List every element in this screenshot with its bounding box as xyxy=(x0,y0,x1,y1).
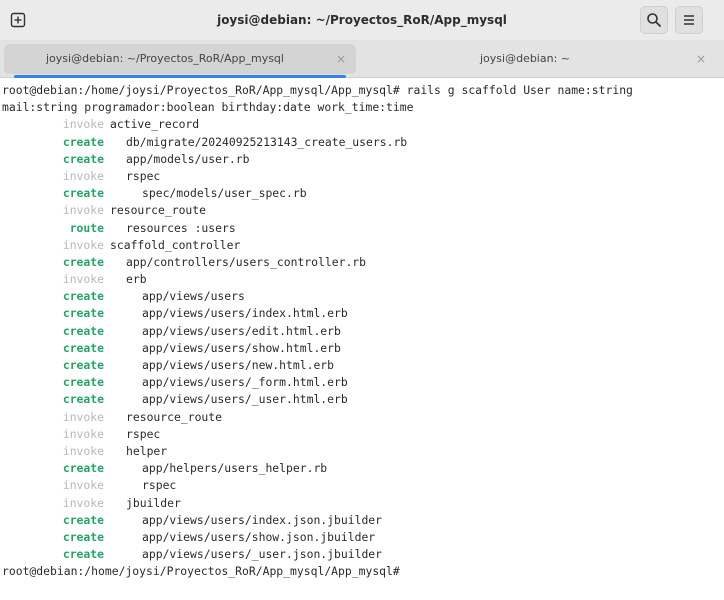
generator-action: create xyxy=(62,306,104,321)
generator-path: app/views/users/index.json.jbuilder xyxy=(142,512,383,527)
new-tab-icon xyxy=(10,12,26,28)
generator-output-line: create app/views/users/_user.json.jbuilde… xyxy=(2,546,724,563)
generator-output-line: route resources :users xyxy=(2,220,724,237)
close-icon: × xyxy=(695,52,707,66)
generator-action: create xyxy=(62,547,104,562)
generator-action: create xyxy=(62,461,104,476)
generator-path: scaffold_controller xyxy=(110,237,241,252)
generator-path: app/controllers/users_controller.rb xyxy=(126,254,367,269)
tab-close-button[interactable]: × xyxy=(334,52,348,66)
generator-action: create xyxy=(62,375,104,390)
generator-output-line: invoke jbuilder xyxy=(2,495,724,512)
generator-output-line: create spec/models/user_spec.rb xyxy=(2,185,724,202)
generator-output-line: create app/views/users/edit.html.erb xyxy=(2,323,724,340)
generator-path: app/views/users/show.html.erb xyxy=(142,340,341,355)
generator-action: create xyxy=(62,358,104,372)
generator-path: app/helpers/users_helper.rb xyxy=(142,461,328,476)
generator-output-line: invoke rspec xyxy=(2,477,724,494)
menu-button[interactable] xyxy=(675,6,703,34)
generator-output-line: create app/views/users/_user.html.erb xyxy=(2,391,724,408)
generator-output-line: invoke erb xyxy=(2,271,724,288)
generator-path: app/views/users xyxy=(142,289,245,304)
search-icon xyxy=(647,13,661,27)
generator-action: invoke xyxy=(62,237,104,252)
generator-action: create xyxy=(62,529,104,544)
generator-path: rspec xyxy=(126,426,161,441)
generator-action: create xyxy=(62,512,104,527)
new-tab-button[interactable] xyxy=(4,6,32,34)
generator-action: invoke xyxy=(62,426,104,441)
generator-action: invoke xyxy=(62,168,104,183)
generator-output-line: invoke resource_route xyxy=(2,202,724,219)
generator-path: resources :users xyxy=(126,220,236,235)
shell-prompt: root@debian:/home/joysi/Proyectos_RoR/Ap… xyxy=(2,564,400,579)
tab-close-button[interactable]: × xyxy=(694,52,708,66)
generator-path: helper xyxy=(126,443,168,458)
generator-path: active_record xyxy=(110,117,200,132)
tab-bar: joysi@debian: ~/Proyectos_RoR/App_mysql … xyxy=(0,40,724,78)
generator-output-line: invoke helper xyxy=(2,443,724,460)
generator-output-line: create app/views/users/_form.html.erb xyxy=(2,374,724,391)
generator-path: db/migrate/20240925213143_create_users.r… xyxy=(126,134,408,149)
generator-output-line: create app/helpers/users_helper.rb xyxy=(2,460,724,477)
generator-action: create xyxy=(62,134,104,149)
generator-path: rspec xyxy=(142,478,177,493)
generator-action: create xyxy=(62,392,104,407)
generator-path: app/views/users/new.html.erb xyxy=(142,358,335,372)
generator-output-line: create app/views/users/index.html.erb xyxy=(2,305,724,322)
window-title: joysi@debian: ~/Proyectos_RoR/App_mysql xyxy=(217,13,507,27)
generator-output-line: invoke rspec xyxy=(2,168,724,185)
generator-action: invoke xyxy=(62,443,104,458)
generator-action: invoke xyxy=(62,495,104,510)
generator-output-line: invoke scaffold_controller xyxy=(2,237,724,254)
generator-path: app/views/users/index.html.erb xyxy=(142,306,348,321)
generator-path: app/views/users/_user.json.jbuilder xyxy=(142,547,383,562)
generator-action: invoke xyxy=(62,478,104,493)
generator-path: app/views/users/show.json.jbuilder xyxy=(142,529,376,544)
generator-path: app/models/user.rb xyxy=(126,151,250,166)
generator-action: create xyxy=(62,254,104,269)
generator-output-line: create app/views/users/index.json.jbuilde… xyxy=(2,512,724,529)
generator-path: app/views/users/_form.html.erb xyxy=(142,375,348,390)
generator-output-line: create app/views/users/show.json.jbuilder xyxy=(2,529,724,546)
tab-label: joysi@debian: ~ xyxy=(479,52,570,65)
generator-action: invoke xyxy=(62,203,104,218)
hamburger-menu-icon xyxy=(684,15,694,25)
generator-action: create xyxy=(62,186,104,201)
generator-action: create xyxy=(62,289,104,304)
generator-action: invoke xyxy=(62,117,104,132)
generator-action: invoke xyxy=(62,272,104,287)
generator-path: erb xyxy=(126,272,147,287)
close-icon: × xyxy=(335,52,347,66)
generator-output-line: create app/models/user.rb xyxy=(2,151,724,168)
generator-path: resource_route xyxy=(126,409,223,424)
generator-output-line: create app/views/users xyxy=(2,288,724,305)
title-bar: joysi@debian: ~/Proyectos_RoR/App_mysql xyxy=(0,0,724,40)
terminal-output[interactable]: root@debian:/home/joysi/Proyectos_RoR/Ap… xyxy=(0,78,724,600)
generator-path: rspec xyxy=(126,168,161,183)
generator-output-line: create app/views/users/new.html.erb xyxy=(2,357,724,374)
generator-path: spec/models/user_spec.rb xyxy=(142,186,307,201)
generator-output-line: invoke rspec xyxy=(2,426,724,443)
search-button[interactable] xyxy=(640,6,668,34)
generator-action: create xyxy=(62,151,104,166)
generator-output-line: invoke active_record xyxy=(2,116,724,133)
command-line: root@debian:/home/joysi/Proyectos_RoR/Ap… xyxy=(2,83,633,97)
generator-output-line: create db/migrate/20240925213143_create_u… xyxy=(2,134,724,151)
generator-path: resource_route xyxy=(110,203,207,218)
generator-output-line: create app/views/users/show.html.erb xyxy=(2,340,724,357)
generator-action: route xyxy=(69,220,104,235)
generator-action: create xyxy=(62,323,104,338)
tab-app-mysql[interactable]: joysi@debian: ~/Proyectos_RoR/App_mysql … xyxy=(4,44,356,78)
generator-path: jbuilder xyxy=(126,495,181,510)
tab-home[interactable]: joysi@debian: ~ × xyxy=(364,44,716,74)
generator-output-line: create app/controllers/users_controller.r… xyxy=(2,254,724,271)
command-line: mail:string programador:boolean birthday… xyxy=(2,100,414,115)
generator-action: create xyxy=(62,340,104,355)
generator-path: app/views/users/edit.html.erb xyxy=(142,323,341,338)
generator-output-line: invoke resource_route xyxy=(2,409,724,426)
generator-path: app/views/users/_user.html.erb xyxy=(142,392,348,407)
tab-label: joysi@debian: ~/Proyectos_RoR/App_mysql xyxy=(46,52,284,65)
generator-action: invoke xyxy=(62,409,104,424)
